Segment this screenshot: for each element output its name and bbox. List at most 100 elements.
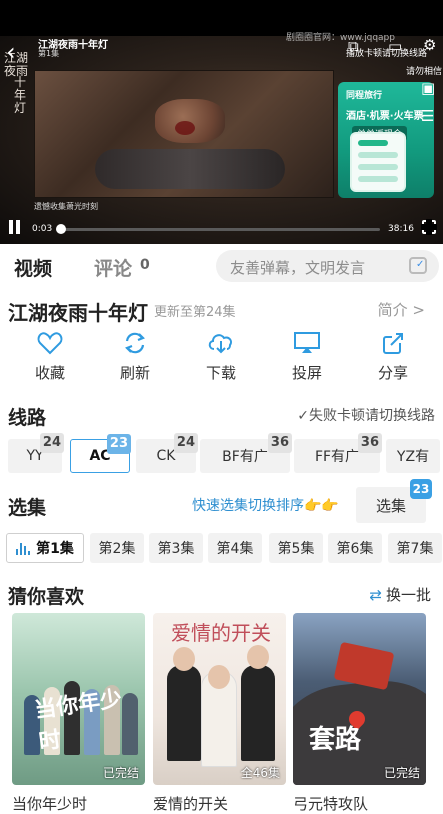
episode-label: 第7集: [396, 541, 434, 557]
refresh-icon: [105, 330, 165, 356]
action-bar: 收藏 刷新 下载 投屏 分享: [0, 330, 443, 386]
fullscreen-icon[interactable]: [421, 219, 437, 235]
current-time: 0:03: [32, 224, 53, 234]
tab-video[interactable]: 视频: [14, 254, 52, 281]
poster-title-art: 套路: [309, 725, 362, 755]
episode-label: 第6集: [336, 541, 374, 557]
route-label: CK: [156, 448, 176, 464]
detail-tabs: 视频 评论 0 友善弹幕，文明发言: [0, 244, 443, 286]
route-label: YZ有: [396, 449, 430, 465]
poster-image: 爱情的开关 全46集: [153, 613, 286, 785]
status-label: 已完结: [102, 766, 139, 780]
recommend-title: 爱情的开关: [153, 795, 229, 813]
episode-label: 第3集: [157, 541, 195, 557]
total-time: 38:16: [388, 224, 414, 234]
episode-3[interactable]: 第3集: [149, 533, 203, 563]
pause-icon[interactable]: [8, 220, 22, 234]
route-count-badge: 36: [267, 433, 292, 453]
route-count-badge: 36: [357, 433, 382, 453]
recommend-card[interactable]: 爱情的开关 全46集 爱情的开关: [153, 613, 286, 814]
episode-1[interactable]: 第1集: [6, 533, 84, 563]
share-label: 分享: [377, 364, 408, 382]
show-title: 江湖夜雨十年灯: [8, 301, 148, 325]
status-label: 全46集: [240, 766, 280, 780]
episode-5[interactable]: 第5集: [269, 533, 323, 563]
ad-banner[interactable]: 同程旅行 酒店·机票·火车票 单单返现金: [338, 82, 434, 198]
select-episode-button[interactable]: 选集 23: [356, 479, 432, 523]
heart-icon: [20, 330, 80, 356]
video-player[interactable]: 江湖夜雨 十年灯 同程旅行 酒店·机票·火车票 单单返现金 ‹ 江湖夜雨十年灯 …: [0, 0, 443, 244]
cast-label: 投屏: [291, 364, 322, 382]
calligraphy-subtitle: 十年灯: [14, 75, 27, 115]
refresh-batch-label: 换一批: [385, 586, 431, 604]
poster-title-art: 爱情的开关: [171, 621, 271, 645]
route-list: YY 24 AC 23 CK 24 BF有广 36 FF有广 36 YZ有: [8, 433, 443, 475]
comments-count: 0: [140, 257, 150, 273]
episode-7[interactable]: 第7集: [388, 533, 442, 563]
share-icon: [363, 330, 423, 356]
ad-phone-image: [350, 132, 406, 192]
episode-label: 第4集: [216, 541, 254, 557]
status-label: 已完结: [383, 766, 420, 780]
episode-label: 第1集: [36, 541, 74, 557]
route-label: BF有广: [222, 449, 268, 465]
intro-link[interactable]: 简介 >: [378, 299, 425, 320]
share-button[interactable]: 分享: [363, 330, 423, 383]
recommend-card[interactable]: 当你年少时 已完结 当你年少时: [12, 613, 145, 814]
player-episode: 第1集: [38, 49, 60, 58]
playlist-icon[interactable]: ☰: [421, 108, 434, 124]
favorite-button[interactable]: 收藏: [20, 330, 80, 383]
recommend-title: 弓元特攻队: [293, 795, 369, 813]
recommend-heading: 猜你喜欢: [8, 586, 85, 608]
episode-4[interactable]: 第4集: [208, 533, 262, 563]
danmu-placeholder: 友善弹幕，文明发言: [230, 259, 366, 277]
route-count-badge: 24: [173, 433, 198, 453]
route-bf[interactable]: BF有广 36: [200, 433, 292, 473]
route-ff[interactable]: FF有广 36: [294, 433, 382, 473]
progress-track[interactable]: [56, 228, 380, 231]
select-episode-label: 选集: [375, 496, 406, 515]
route-yz[interactable]: YZ有: [386, 439, 440, 473]
picture-in-picture-icon[interactable]: ⧉: [348, 38, 359, 54]
recommend-title: 当你年少时: [12, 795, 88, 813]
episode-label: 第2集: [98, 541, 136, 557]
episode-list: 第1集 第2集 第3集 第4集 第5集 第6集 第7集: [6, 533, 443, 565]
poster-image: 当你年少时 已完结: [12, 613, 145, 785]
back-arrow-icon[interactable]: ‹: [6, 38, 16, 66]
player-hint-2: 请勿相信: [406, 67, 443, 77]
download-button[interactable]: 下载: [191, 330, 251, 383]
route-count-badge: 23: [106, 434, 131, 454]
route-ac[interactable]: AC 23: [70, 434, 131, 473]
recommend-card[interactable]: 套路 已完结 弓元特攻队: [293, 613, 426, 814]
settings-gear-icon[interactable]: ⚙: [423, 37, 436, 53]
route-yy[interactable]: YY 24: [8, 433, 64, 473]
danmu-input[interactable]: 友善弹幕，文明发言: [216, 250, 439, 282]
download-label: 下载: [205, 364, 236, 382]
update-status: 更新至第24集: [154, 305, 236, 320]
route-ck[interactable]: CK 24: [136, 433, 198, 473]
refresh-button[interactable]: 刷新: [105, 330, 165, 383]
danmu-toggle-icon[interactable]: [409, 257, 427, 274]
episodes-heading: 选集: [8, 497, 47, 519]
watermark: 剧圈圈官网：www.jqqapp: [286, 33, 395, 43]
refresh-label: 刷新: [119, 364, 150, 382]
swap-icon: ⇄: [369, 586, 382, 604]
player-subtitle: 遗憾收集萧光时刻: [34, 202, 98, 211]
playing-bars-icon: [16, 541, 32, 555]
episode-6[interactable]: 第6集: [328, 533, 382, 563]
cast-button[interactable]: 投屏: [277, 330, 337, 383]
routes-tip: ✓失败卡顿请切换线路: [297, 408, 435, 424]
scene-cloth: [95, 149, 285, 189]
episode-label: 第5集: [277, 541, 315, 557]
tv-cast-icon[interactable]: ▭: [388, 38, 402, 54]
routes-heading: 线路: [8, 407, 47, 429]
episode-2[interactable]: 第2集: [90, 533, 144, 563]
route-count-badge: 24: [39, 433, 64, 453]
route-label: FF有广: [314, 449, 360, 465]
screenshot-icon[interactable]: ▣: [421, 80, 435, 96]
favorite-label: 收藏: [34, 364, 65, 382]
refresh-batch-button[interactable]: ⇄ 换一批: [369, 584, 431, 605]
quick-sort-link[interactable]: 快速选集切换排序👉👉: [192, 495, 339, 515]
cast-icon: [277, 330, 337, 356]
tab-comments[interactable]: 评论: [94, 254, 132, 281]
